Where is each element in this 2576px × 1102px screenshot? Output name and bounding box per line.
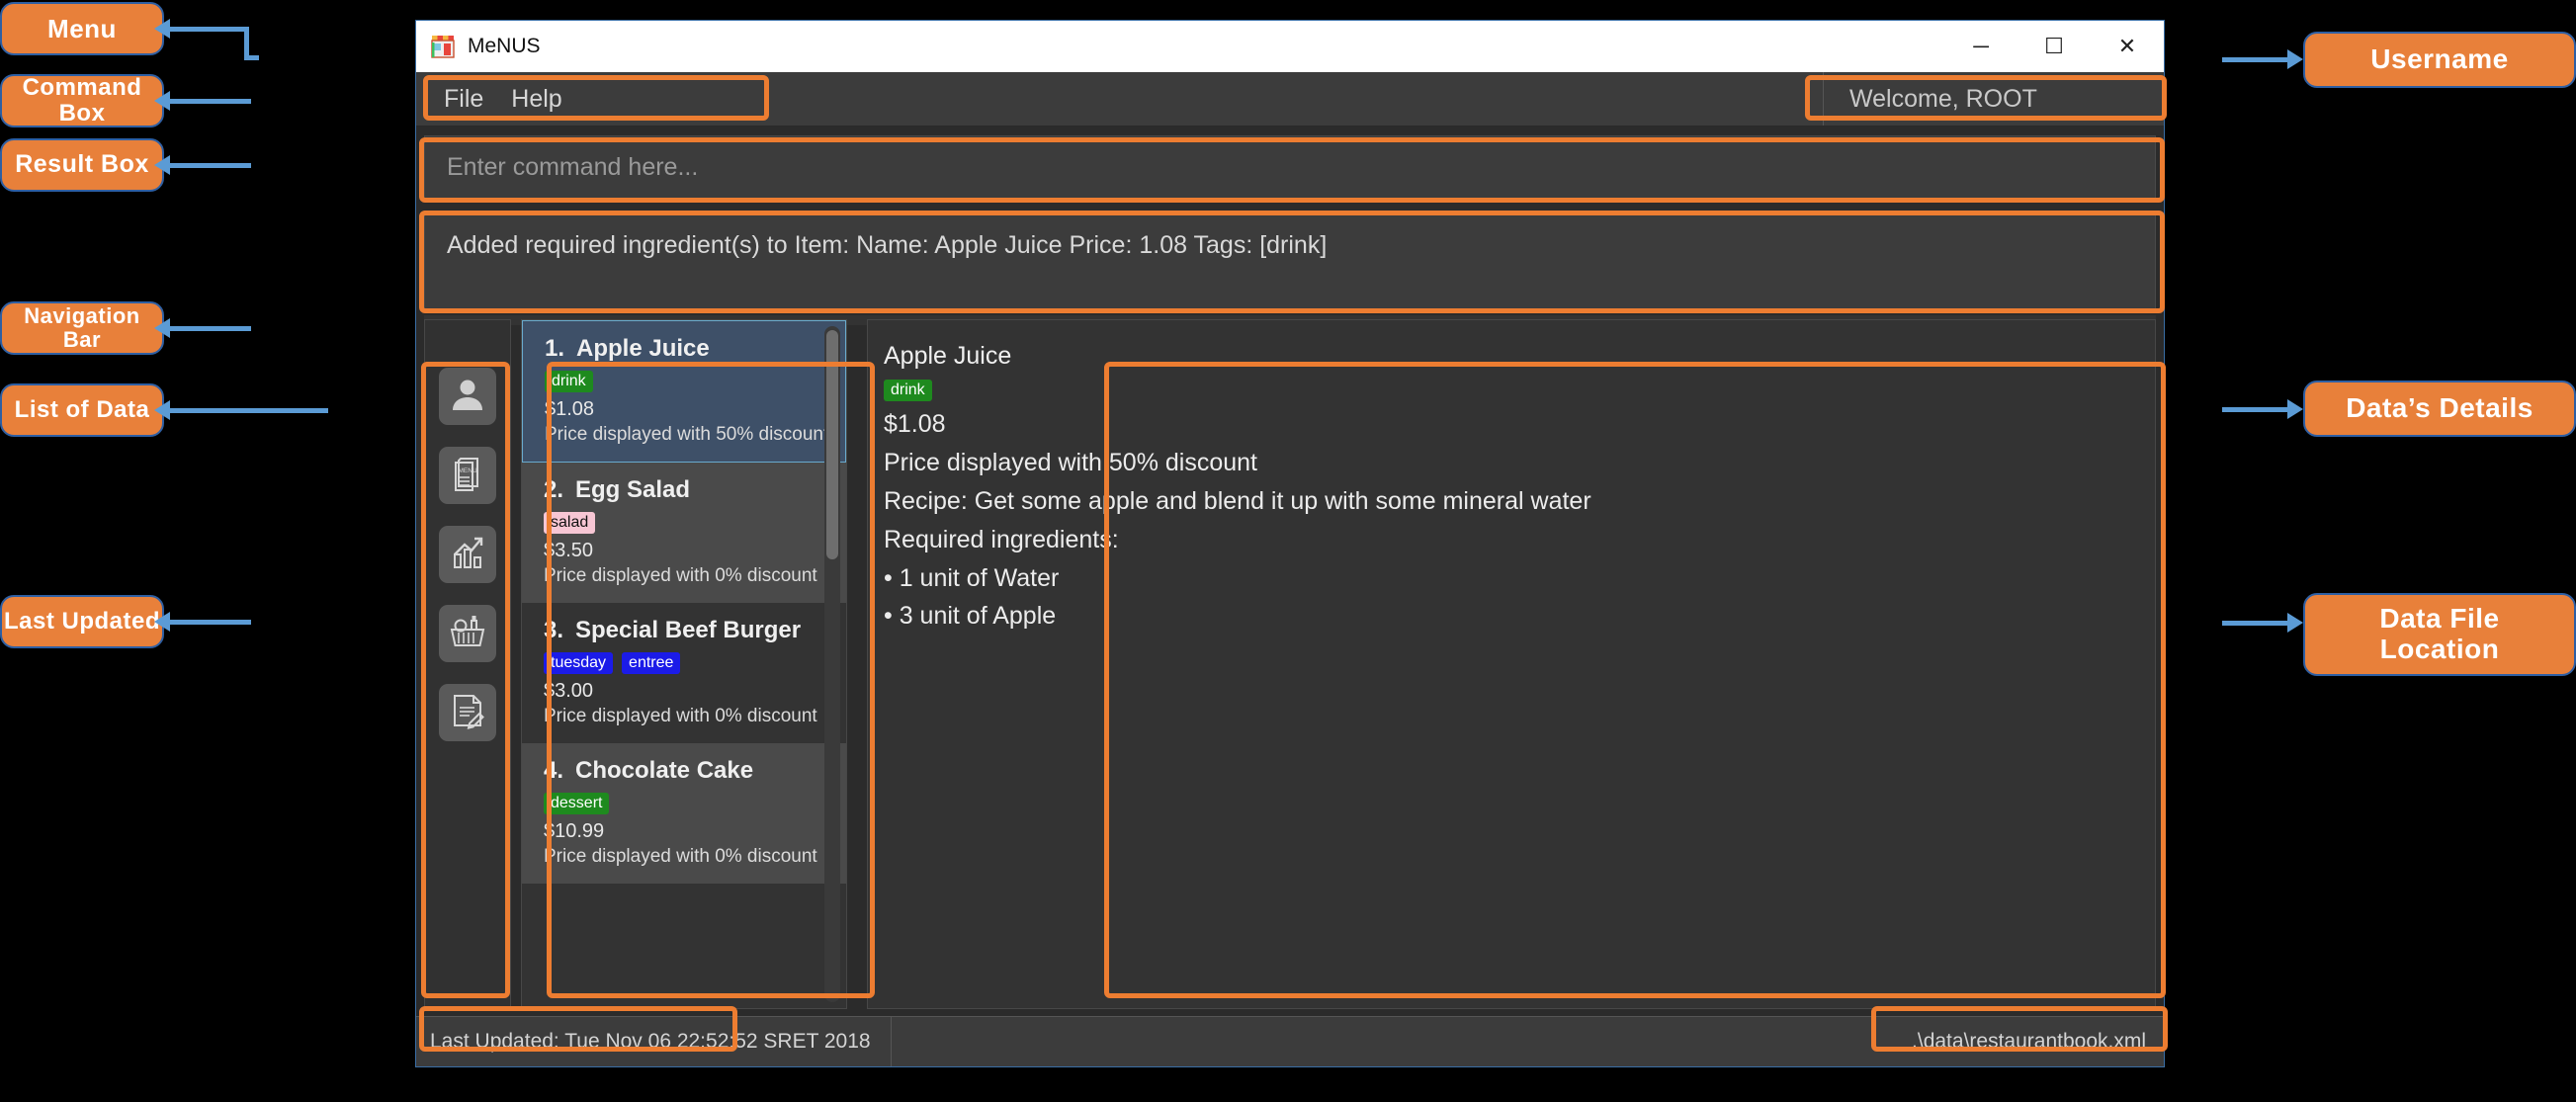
callout-last-updated: Last Updated (0, 595, 164, 648)
screenshot-root: Menu Command Box Result Box Navigation B… (0, 0, 2576, 1102)
arrow-username (2222, 49, 2303, 69)
window-title: MeNUS (468, 35, 541, 57)
maximize-button[interactable]: ☐ (2018, 21, 2091, 72)
list-item-discount: Price displayed with 0% discount (544, 565, 817, 586)
list-scrollbar-thumb[interactable] (826, 330, 838, 559)
tag-badge: drink (545, 371, 593, 392)
arrow-last-updated (154, 612, 251, 632)
status-bar: Last Updated: Tue Nov 06 22:52:52 SRET 2… (416, 1016, 2164, 1066)
detail-discount: Price displayed with 50% discount (884, 449, 1257, 476)
bar-chart-icon (448, 533, 487, 577)
list-item-index: 3. (544, 617, 564, 643)
callout-data-details: Data’s Details (2303, 381, 2576, 437)
callout-data-file-location: Data File Location (2303, 593, 2576, 676)
list-item-title: 2. Egg Salad (544, 476, 846, 504)
arrow-result-box (154, 155, 251, 175)
detail-ingredient-item: • 3 unit of Apple (884, 602, 1057, 630)
detail-price: $1.08 (884, 410, 946, 438)
list-item-discount: Price displayed with 0% discount (544, 706, 817, 726)
command-input-placeholder: Enter command here... (447, 152, 699, 181)
list-item-index: 1. (545, 335, 565, 362)
title-bar: MeNUS ─ ☐ ✕ (416, 21, 2164, 72)
status-bar-divider (890, 1017, 892, 1066)
arrow-list-of-data (154, 400, 328, 420)
arrow-menu-elbow-h (244, 55, 259, 60)
data-list[interactable]: 1. Apple Juice drink $1.08 Price displaye… (521, 319, 847, 1009)
tag-badge: dessert (544, 793, 610, 814)
callout-menu: Menu (0, 2, 164, 55)
list-item-price: $3.50 (544, 540, 594, 561)
callout-command-box: Command Box (0, 74, 164, 127)
list-item-price: $10.99 (544, 820, 605, 842)
nav-item-menu[interactable]: MENU (439, 447, 496, 504)
menu-item-file[interactable]: File (430, 85, 497, 114)
arrow-data-file-location (2222, 613, 2303, 633)
menu-bar: File Help Welcome, ROOT (416, 72, 2164, 127)
command-input[interactable]: Enter command here... (424, 135, 2156, 199)
list-item[interactable]: 1. Apple Juice drink $1.08 Price displaye… (522, 320, 846, 463)
nav-item-ingredients[interactable] (439, 605, 496, 662)
list-item-name: Chocolate Cake (575, 757, 754, 784)
arrow-menu (154, 19, 249, 39)
callout-list-of-data: List of Data (0, 383, 164, 437)
list-item[interactable]: 3. Special Beef Burger tuesday entree $3.… (522, 603, 846, 743)
list-item-title: 4. Chocolate Cake (544, 757, 846, 785)
navigation-bar: MENU (424, 319, 511, 1009)
person-icon (448, 375, 487, 419)
welcome-username-label: Welcome, ROOT (1849, 84, 2037, 113)
storefront-icon (430, 34, 456, 59)
list-scrollbar[interactable] (824, 326, 840, 1002)
list-item-name: Egg Salad (575, 476, 691, 503)
last-updated-label: Last Updated: Tue Nov 06 22:52:52 SRET 2… (430, 1030, 871, 1053)
list-item-tags: tuesday entree (544, 652, 846, 674)
data-file-path-label: .\data\restaurantbook.xml (1912, 1030, 2146, 1053)
arrow-command-box (154, 91, 251, 111)
list-item-tags: drink (545, 371, 845, 392)
tag-badge: entree (622, 652, 681, 674)
detail-ingredients-label: Required ingredients: (884, 526, 1119, 553)
arrow-navigation-bar (154, 318, 251, 338)
edit-note-icon (448, 691, 487, 735)
list-item[interactable]: 2. Egg Salad salad $3.50 Price displayed … (522, 463, 846, 603)
callout-username: Username (2303, 32, 2576, 88)
nav-item-statistics[interactable] (439, 526, 496, 583)
tag-badge: tuesday (544, 652, 614, 674)
list-item-price: $3.00 (544, 680, 594, 702)
shopping-basket-icon (448, 612, 487, 656)
data-details-panel: Apple Juice drink $1.08 Price displayed … (867, 319, 2156, 1009)
list-item-index: 2. (544, 476, 564, 503)
list-item-title: 3. Special Beef Burger (544, 617, 846, 644)
list-item-name: Apple Juice (576, 335, 710, 362)
list-item-index: 4. (544, 757, 564, 784)
list-item-tags: salad (544, 512, 846, 534)
nav-item-orders[interactable] (439, 684, 496, 741)
application-window: MeNUS ─ ☐ ✕ File Help Welcome, ROOT Ente… (415, 20, 2165, 1067)
list-item[interactable]: 4. Chocolate Cake dessert $10.99 Price di… (522, 743, 846, 884)
result-display: Added required ingredient(s) to Item: Na… (424, 211, 2156, 311)
arrow-data-details (2222, 399, 2303, 419)
menu-document-icon: MENU (448, 454, 487, 498)
close-button[interactable]: ✕ (2091, 21, 2164, 72)
list-item-discount: Price displayed with 50% discount (545, 424, 829, 445)
menu-item-help[interactable]: Help (497, 85, 575, 114)
detail-tags: drink (884, 380, 2155, 401)
detail-ingredient-item: • 1 unit of Water (884, 564, 1060, 592)
tag-badge: drink (884, 380, 932, 401)
list-item-tags: dessert (544, 793, 846, 814)
detail-name: Apple Juice (884, 342, 1012, 370)
callout-result-box: Result Box (0, 138, 164, 192)
list-item-price: $1.08 (545, 398, 595, 420)
tag-badge: salad (544, 512, 596, 534)
svg-text:MENU: MENU (459, 467, 477, 474)
nav-item-account[interactable] (439, 368, 496, 425)
main-content: MENU 1. Apple Juice drink $1.08 Price di… (424, 319, 2156, 1009)
list-item-name: Special Beef Burger (575, 617, 802, 643)
callout-navigation-bar: Navigation Bar (0, 301, 164, 355)
list-item-title: 1. Apple Juice (545, 335, 845, 363)
list-item-discount: Price displayed with 0% discount (544, 846, 817, 867)
detail-recipe: Recipe: Get some apple and blend it up w… (884, 487, 1591, 515)
minimize-button[interactable]: ─ (1944, 21, 2018, 72)
result-text: Added required ingredient(s) to Item: Na… (447, 231, 1328, 259)
